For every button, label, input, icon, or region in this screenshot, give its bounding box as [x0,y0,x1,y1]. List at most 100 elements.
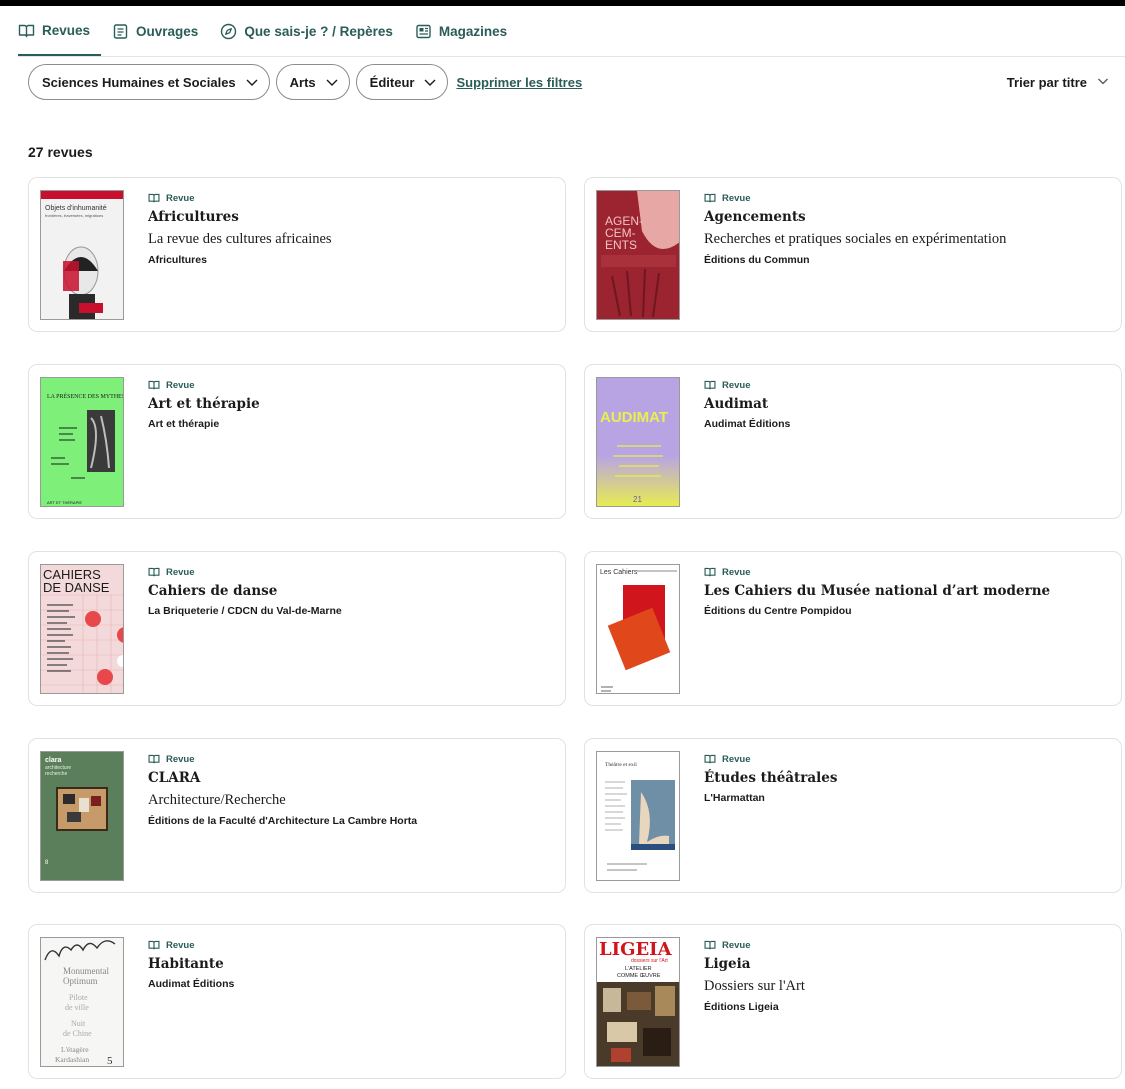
journal-title[interactable]: CLARA [148,770,548,786]
journal-title[interactable]: Art et thérapie [148,396,548,412]
book-open-icon [18,22,35,39]
journal-title[interactable]: Cahiers de danse [148,583,548,599]
journal-publisher: Africultures [148,254,207,266]
svg-text:dossiers sur l'Art: dossiers sur l'Art [631,958,668,964]
journal-title[interactable]: Africultures [148,209,548,225]
journal-card[interactable]: clara architecture recherche 8 Revue CLA… [28,738,566,893]
svg-text:de Chine: de Chine [63,1029,92,1038]
book-open-icon [704,379,716,391]
journal-card[interactable]: CAHIERS DE DANSE Revue Cahiers de danse … [28,551,566,706]
svg-text:DE DANSE: DE DANSE [43,580,110,595]
tab-magazines[interactable]: Magazines [415,6,518,56]
chevron-down-icon [423,75,437,89]
filter-bar: Sciences Humaines et Sociales Arts Édite… [28,63,1113,101]
discipline-filter-dropdown[interactable]: Sciences Humaines et Sociales [28,64,270,100]
journal-card[interactable]: Les Cahiers Revue Les Cahiers du Musée n… [584,551,1122,706]
journal-title[interactable]: Études théâtrales [704,770,1104,786]
tab-revues-label: Revues [42,22,91,38]
journal-type-label: Revue [166,939,195,951]
book-open-icon [148,753,160,765]
journal-card[interactable]: AGEN- CEM- ENTS Revue Agencements Recher… [584,177,1122,332]
journal-type: Revue [704,753,1104,765]
svg-text:de ville: de ville [65,1003,89,1012]
journal-card[interactable]: Théâtre et exil Revue Études théâtrales … [584,738,1122,893]
book-open-icon [704,566,716,578]
book-open-icon [704,753,716,765]
results-count: 27 revues [28,144,93,160]
journal-cover: AGEN- CEM- ENTS [596,190,680,320]
newspaper-icon [415,23,432,40]
journal-publisher: Éditions Ligeia [704,1001,779,1013]
journal-cover: clara architecture recherche 8 [40,751,124,881]
svg-text:L'ATELIER: L'ATELIER [625,966,652,972]
journal-info: Revue Africultures La revue des cultures… [148,192,548,267]
svg-text:Monumental: Monumental [63,966,109,976]
svg-text:frontières, traversées, migrat: frontières, traversées, migrations [45,213,103,218]
svg-text:COMME ŒUVRE: COMME ŒUVRE [617,973,661,979]
svg-text:5: 5 [107,1055,113,1067]
journal-type-label: Revue [166,566,195,578]
book-open-icon [148,379,160,391]
journal-title[interactable]: Les Cahiers du Musée national d’art mode… [704,583,1104,599]
journal-publisher: Éditions du Centre Pompidou [704,605,852,617]
content-type-tabs: Revues Ouvrages Que sais-je ? / Repères … [18,6,1125,57]
tab-revues[interactable]: Revues [18,6,102,56]
svg-text:ART ET THÉRAPIE: ART ET THÉRAPIE [47,500,82,505]
journal-subtitle: Recherches et pratiques sociales en expé… [704,231,1007,247]
publisher-filter-label: Éditeur [369,74,415,90]
sort-label: Trier par titre [1006,74,1087,90]
compass-icon [220,23,237,40]
subject-filter-label: Arts [289,74,316,90]
book-open-icon [704,192,716,204]
journal-card[interactable]: LIGEIA dossiers sur l'Art L'ATELIER COMM… [584,924,1122,1079]
journal-type: Revue [148,379,548,391]
journal-type-label: Revue [722,566,751,578]
journal-publisher: La Briqueterie / CDCN du Val-de-Marne [148,605,342,617]
journal-title[interactable]: Audimat [704,396,1104,412]
journal-type-label: Revue [722,192,751,204]
chevron-down-icon [325,75,339,89]
journal-card[interactable]: LA PRÉSENCE DES MYTHES ART ET THÉRAPIE R… [28,364,566,519]
svg-text:Kardashian: Kardashian [55,1055,89,1064]
journal-info: Revue Audimat Audimat Éditions [704,379,1104,431]
journal-publisher: Éditions de la Faculté d'Architecture La… [148,815,418,827]
journal-type-label: Revue [166,753,195,765]
journal-info: Revue Ligeia Dossiers sur l'Art Éditions… [704,939,1104,1014]
svg-text:clara: clara [45,757,61,764]
journal-card[interactable]: AUDIMAT 21 Revue Audimat Audimat Édition… [584,364,1122,519]
clear-filters-link[interactable]: Supprimer les filtres [456,75,582,90]
tab-que-sais-je-label: Que sais-je ? / Repères [244,23,393,39]
journal-title[interactable]: Ligeia [704,956,1104,972]
publisher-filter-dropdown[interactable]: Éditeur [355,64,449,100]
tab-que-sais-je[interactable]: Que sais-je ? / Repères [220,6,404,56]
chevron-down-icon [245,75,259,89]
journal-info: Revue Habitante Audimat Éditions [148,939,548,991]
tab-magazines-label: Magazines [438,23,508,39]
journal-info: Revue CLARA Architecture/Recherche Éditi… [148,753,548,828]
svg-text:LIGEIA: LIGEIA [599,939,673,960]
journal-title[interactable]: Agencements [704,209,1104,225]
tab-ouvrages[interactable]: Ouvrages [112,6,209,56]
svg-text:AUDIMAT: AUDIMAT [600,409,668,426]
journal-type: Revue [704,379,1104,391]
journal-cover: Les Cahiers [596,564,680,694]
svg-text:Nuit: Nuit [71,1019,86,1028]
journal-card[interactable]: Objets d'inhumanité frontières, traversé… [28,177,566,332]
journal-type-label: Revue [166,379,195,391]
journal-info: Revue Agencements Recherches et pratique… [704,192,1104,267]
journal-card[interactable]: Monumental Optimum Pilote de ville Nuit … [28,924,566,1079]
book-open-icon [148,939,160,951]
journal-publisher: Éditions du Commun [704,254,810,266]
journal-type: Revue [704,566,1104,578]
subject-filter-dropdown[interactable]: Arts [275,64,350,100]
chevron-down-icon [1097,75,1109,90]
journal-type: Revue [148,753,548,765]
journal-subtitle: Architecture/Recherche [148,792,286,808]
journal-publisher: Audimat Éditions [148,978,235,990]
journal-info: Revue Études théâtrales L'Harmattan [704,753,1104,805]
journal-cover: Théâtre et exil [596,751,680,881]
sort-dropdown[interactable]: Trier par titre [1007,75,1113,90]
journal-title[interactable]: Habitante [148,956,548,972]
journal-info: Revue Art et thérapie Art et thérapie [148,379,548,431]
journal-info: Revue Les Cahiers du Musée national d’ar… [704,566,1104,618]
